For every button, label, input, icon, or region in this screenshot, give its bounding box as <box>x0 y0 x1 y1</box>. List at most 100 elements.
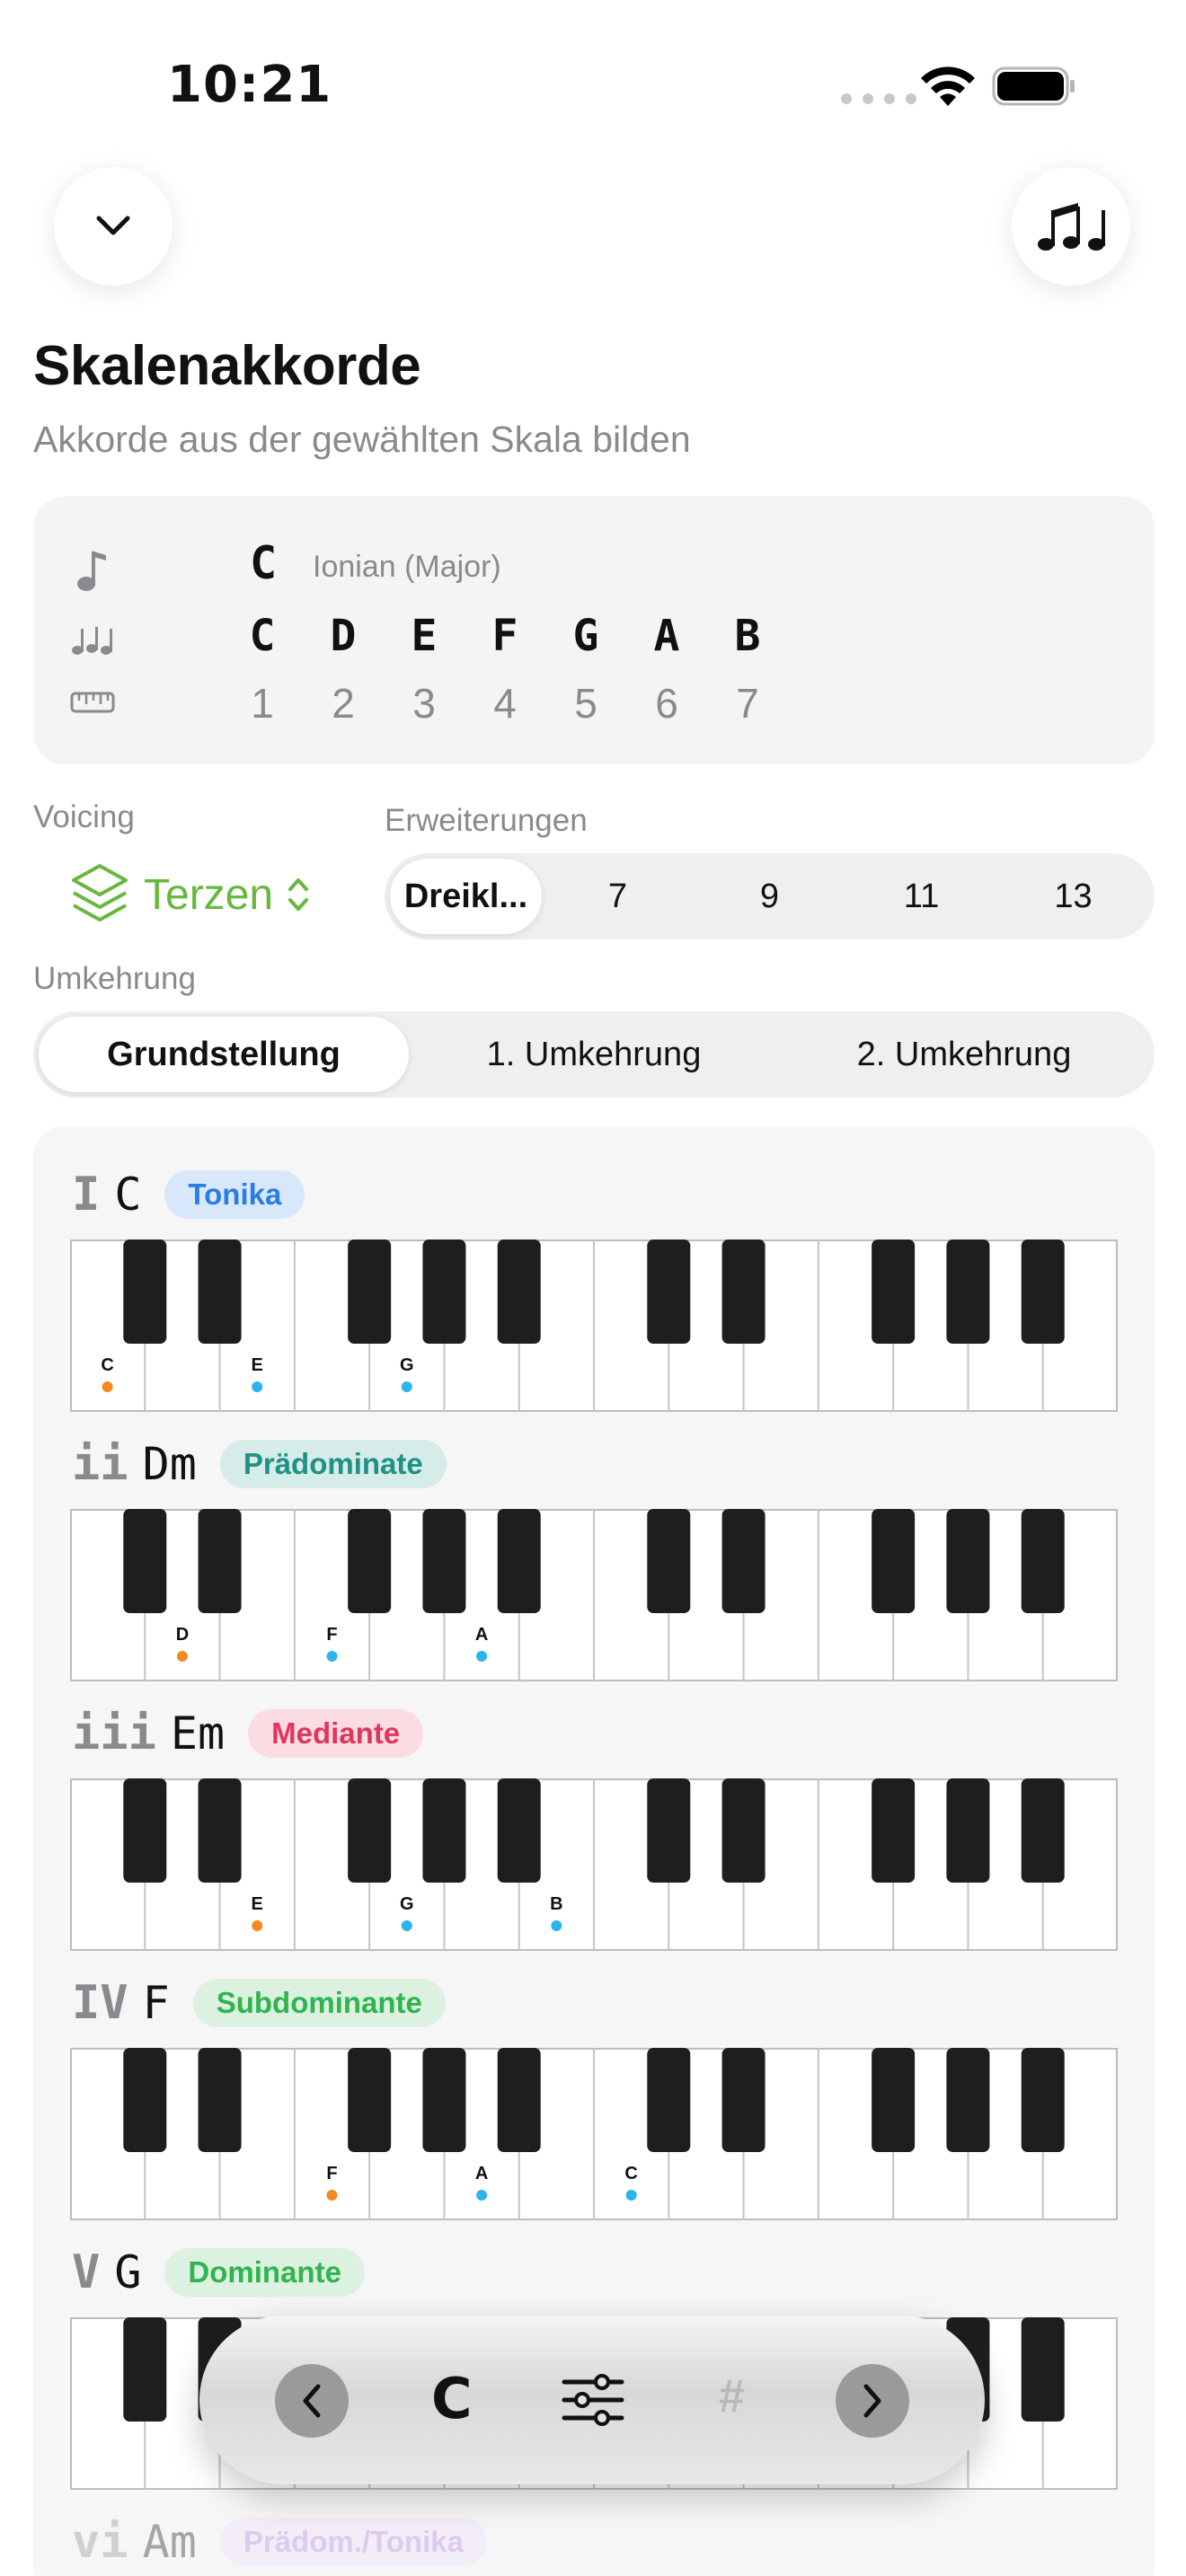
black-key[interactable] <box>721 1778 766 1883</box>
black-key[interactable] <box>497 1778 541 1883</box>
piano-keyboard[interactable]: EGB <box>70 1778 1118 1951</box>
previous-key-button[interactable] <box>275 2364 349 2438</box>
black-key[interactable] <box>123 2317 167 2422</box>
scale-root: C <box>250 537 278 589</box>
black-key[interactable] <box>946 2048 990 2152</box>
black-key[interactable] <box>123 1778 167 1883</box>
root-dot <box>176 1651 188 1662</box>
extension-option[interactable]: Dreikl... <box>390 859 542 934</box>
black-key[interactable] <box>721 1509 766 1613</box>
inversion-option[interactable]: 1. Umkehrung <box>409 1036 779 1074</box>
sharp-toggle[interactable]: # <box>719 2369 745 2423</box>
page-subtitle: Akkorde aus der gewählten Skala bilden <box>33 419 691 460</box>
chord-tone-dot <box>476 1651 488 1662</box>
black-key[interactable] <box>348 1509 392 1613</box>
piano-keyboard[interactable]: FAC <box>70 2048 1118 2220</box>
music-notes-icon <box>72 627 112 655</box>
inversion-label: Umkehrung <box>33 961 196 996</box>
black-key[interactable] <box>422 1509 466 1613</box>
chord-roman: vi <box>72 2515 128 2569</box>
inversion-option[interactable]: Grundstellung <box>39 1017 409 1092</box>
black-key[interactable] <box>348 2048 392 2152</box>
black-key[interactable] <box>348 1239 392 1344</box>
stack-icon <box>72 864 128 922</box>
black-key[interactable] <box>946 1778 990 1883</box>
scale-note: D <box>330 611 357 661</box>
chord-tone-label: F <box>326 1625 337 1645</box>
black-key[interactable] <box>872 1778 916 1883</box>
chevron-up-down-icon <box>288 878 309 911</box>
black-key[interactable] <box>198 1778 242 1883</box>
black-key[interactable] <box>123 2048 167 2152</box>
inversion-segmented-control[interactable]: Grundstellung 1. Umkehrung 2. Umkehrung <box>33 1011 1155 1098</box>
chord-tone-label: B <box>550 1894 562 1914</box>
black-key[interactable] <box>1021 1239 1065 1344</box>
chord-header[interactable]: V G Dominante <box>72 2245 365 2299</box>
chord-name: G <box>114 2246 142 2298</box>
black-key[interactable] <box>497 1239 541 1344</box>
black-key[interactable] <box>647 1778 691 1883</box>
chord-tone-label: G <box>400 1894 414 1914</box>
black-key[interactable] <box>721 1239 766 1344</box>
black-key[interactable] <box>647 2048 691 2152</box>
battery-icon <box>992 66 1075 106</box>
scale-note: F <box>491 611 518 661</box>
extensions-segmented-control[interactable]: Dreikl... 7 9 11 13 <box>385 853 1155 940</box>
black-key[interactable] <box>1021 1778 1065 1883</box>
black-key[interactable] <box>422 2048 466 2152</box>
voicing-picker[interactable]: Terzen <box>68 862 311 927</box>
black-key[interactable] <box>348 1778 392 1883</box>
chord-function-badge: Prädom./Tonika <box>219 2518 487 2566</box>
notes-button[interactable] <box>1012 167 1130 286</box>
chord-header[interactable]: IV F Subdominante <box>72 1976 446 2030</box>
black-key[interactable] <box>497 1509 541 1613</box>
black-key[interactable] <box>721 2048 766 2152</box>
extension-option[interactable]: 9 <box>694 878 845 916</box>
chord-tone-dot <box>401 1920 412 1931</box>
black-key[interactable] <box>647 1509 691 1613</box>
black-key[interactable] <box>198 1509 242 1613</box>
piano-keyboard[interactable]: DFA <box>70 1509 1118 1681</box>
black-key[interactable] <box>872 1239 916 1344</box>
extension-option[interactable]: 7 <box>542 878 694 916</box>
chord-roman: V <box>72 2245 101 2299</box>
chord-header[interactable]: ii Dm Prädominate <box>72 1437 447 1491</box>
piano-keyboard[interactable]: CEG <box>70 1239 1118 1412</box>
black-key[interactable] <box>123 1239 167 1344</box>
scale-note: B <box>734 611 761 661</box>
chord-tone-label: C <box>624 2164 637 2183</box>
black-key[interactable] <box>872 2048 916 2152</box>
scale-degree: 2 <box>332 680 355 727</box>
chord-header[interactable]: vi Am Prädom./Tonika <box>72 2515 487 2569</box>
black-key[interactable] <box>497 2048 541 2152</box>
black-key[interactable] <box>1021 1509 1065 1613</box>
extension-option[interactable]: 13 <box>997 878 1149 916</box>
sliders-icon[interactable] <box>561 2371 625 2429</box>
black-key[interactable] <box>422 1778 466 1883</box>
chord-name: Em <box>170 1707 226 1760</box>
current-key[interactable]: C <box>431 2366 473 2431</box>
scale-note: G <box>572 611 599 661</box>
key-toolbar[interactable]: C # <box>199 2316 985 2484</box>
next-key-button[interactable] <box>836 2364 909 2438</box>
black-key[interactable] <box>872 1509 916 1613</box>
black-key[interactable] <box>198 2048 242 2152</box>
black-key[interactable] <box>198 1239 242 1344</box>
black-key[interactable] <box>1021 2317 1065 2422</box>
chord-header[interactable]: I C Tonika <box>72 1168 305 1222</box>
black-key[interactable] <box>1021 2048 1065 2152</box>
black-key[interactable] <box>123 1509 167 1613</box>
extensions-label: Erweiterungen <box>385 803 588 838</box>
black-key[interactable] <box>422 1239 466 1344</box>
root-dot <box>102 1381 113 1392</box>
ruler-icon <box>70 692 115 713</box>
chord-header[interactable]: iii Em Mediante <box>72 1707 424 1760</box>
collapse-button[interactable] <box>54 167 173 286</box>
chord-roman: IV <box>72 1976 128 2030</box>
black-key[interactable] <box>946 1239 990 1344</box>
inversion-option[interactable]: 2. Umkehrung <box>779 1036 1149 1074</box>
voicing-value: Terzen <box>144 870 274 919</box>
extension-option[interactable]: 11 <box>845 878 997 916</box>
black-key[interactable] <box>946 1509 990 1613</box>
black-key[interactable] <box>647 1239 691 1344</box>
